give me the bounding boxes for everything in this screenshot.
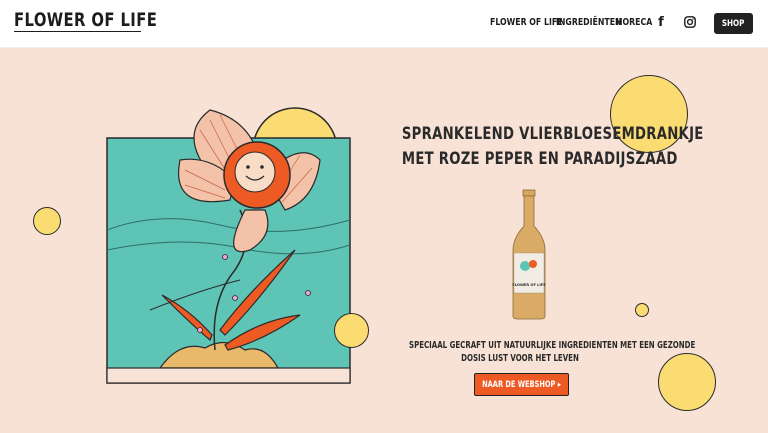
- site-logo[interactable]: FLOWER OF LIFE: [14, 9, 157, 31]
- nav-item-ingredienten[interactable]: INGREDIËNTEN: [556, 17, 622, 28]
- hero-subtext: SPECIAAL GECRAFT UIT NATUURLIJKE INGREDI…: [370, 339, 696, 365]
- site-header: FLOWER OF LIFE FLOWER OF LIFE INGREDIËNT…: [0, 0, 768, 48]
- subtext-line: DOSIS LUST VOOR HET LEVEN: [461, 353, 579, 364]
- decor-circle: [33, 207, 61, 235]
- shop-button[interactable]: SHOP: [714, 13, 753, 34]
- flower-illustration: [106, 107, 351, 384]
- product-bottle: FLOWER OF LIFE: [512, 189, 546, 320]
- webshop-button[interactable]: NAAR DE WEBSHOP ▸: [474, 373, 569, 396]
- bottle-label: FLOWER OF LIFE: [512, 283, 546, 287]
- hero-headline: SPRANKELEND VLIERBLOESEMDRANKJE MET ROZE…: [370, 122, 704, 172]
- nav-item-horeca[interactable]: HORECA: [616, 17, 652, 28]
- instagram-icon[interactable]: [682, 14, 698, 30]
- decor-circle: [635, 303, 649, 317]
- nav-item-flower-of-life[interactable]: FLOWER OF LIFE: [490, 17, 563, 28]
- logo-underline: [14, 31, 141, 32]
- headline-line: MET ROZE PEPER EN PARADIJSZAAD: [401, 149, 678, 169]
- headline-line: SPRANKELEND VLIERBLOESEMDRANKJE: [401, 124, 704, 144]
- facebook-icon[interactable]: f: [653, 14, 669, 30]
- subtext-line: SPECIAAL GECRAFT UIT NATUURLIJKE INGREDI…: [409, 340, 696, 351]
- decor-circle: [334, 313, 369, 348]
